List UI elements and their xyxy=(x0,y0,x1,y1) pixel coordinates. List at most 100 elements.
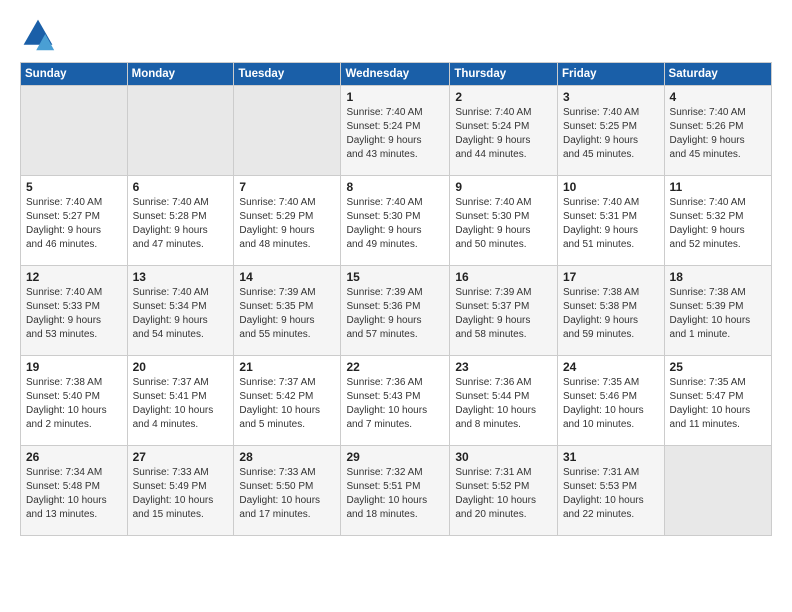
day-number: 14 xyxy=(239,270,335,284)
calendar-cell: 6Sunrise: 7:40 AM Sunset: 5:28 PM Daylig… xyxy=(127,176,234,266)
day-info: Sunrise: 7:37 AM Sunset: 5:42 PM Dayligh… xyxy=(239,376,335,432)
weekday-row: SundayMondayTuesdayWednesdayThursdayFrid… xyxy=(21,63,772,86)
calendar-cell: 23 Sunrise: 7:36 AM Sunset: 5:44 PM Dayli… xyxy=(450,356,558,446)
day-info: Sunrise: 7:39 AM Sunset: 5:35 PM Dayligh… xyxy=(239,286,335,342)
day-info: Sunrise: 7:39 AM Sunset: 5:37 PM Dayligh… xyxy=(455,286,552,342)
day-number: 20 xyxy=(133,360,229,374)
calendar-week-row: 26 Sunrise: 7:34 AM Sunset: 5:48 PM Dayli… xyxy=(21,446,772,536)
calendar-week-row: 1 Sunrise: 7:40 AM Sunset: 5:24 PM Daylig… xyxy=(21,86,772,176)
day-number: 5 xyxy=(26,180,122,194)
day-number: 26 xyxy=(26,450,122,464)
calendar-header: SundayMondayTuesdayWednesdayThursdayFrid… xyxy=(21,63,772,86)
day-number: 30 xyxy=(455,450,552,464)
calendar-cell: 11 Sunrise: 7:40 AM Sunset: 5:32 PM Dayli… xyxy=(664,176,771,266)
page-container: SundayMondayTuesdayWednesdayThursdayFrid… xyxy=(0,0,792,546)
weekday-header: Thursday xyxy=(450,63,558,86)
calendar-body: 1 Sunrise: 7:40 AM Sunset: 5:24 PM Daylig… xyxy=(21,86,772,536)
calendar-cell: 12Sunrise: 7:40 AM Sunset: 5:33 PM Dayli… xyxy=(21,266,128,356)
calendar-cell: 2 Sunrise: 7:40 AM Sunset: 5:24 PM Daylig… xyxy=(450,86,558,176)
calendar-cell: 19Sunrise: 7:38 AM Sunset: 5:40 PM Dayli… xyxy=(21,356,128,446)
day-number: 17 xyxy=(563,270,659,284)
calendar-cell: 4 Sunrise: 7:40 AM Sunset: 5:26 PM Daylig… xyxy=(664,86,771,176)
day-info: Sunrise: 7:36 AM Sunset: 5:43 PM Dayligh… xyxy=(346,376,444,432)
day-info: Sunrise: 7:40 AM Sunset: 5:24 PM Dayligh… xyxy=(455,106,552,162)
day-number: 27 xyxy=(133,450,229,464)
day-info: Sunrise: 7:38 AM Sunset: 5:38 PM Dayligh… xyxy=(563,286,659,342)
day-info: Sunrise: 7:31 AM Sunset: 5:53 PM Dayligh… xyxy=(563,466,659,522)
calendar-cell: 1 Sunrise: 7:40 AM Sunset: 5:24 PM Daylig… xyxy=(341,86,450,176)
calendar-cell: 10 Sunrise: 7:40 AM Sunset: 5:31 PM Dayli… xyxy=(558,176,665,266)
day-number: 19 xyxy=(26,360,122,374)
day-info: Sunrise: 7:40 AM Sunset: 5:32 PM Dayligh… xyxy=(670,196,766,252)
header xyxy=(20,16,772,52)
calendar-cell: 31Sunrise: 7:31 AM Sunset: 5:53 PM Dayli… xyxy=(558,446,665,536)
calendar-week-row: 12Sunrise: 7:40 AM Sunset: 5:33 PM Dayli… xyxy=(21,266,772,356)
calendar-cell xyxy=(127,86,234,176)
weekday-header: Friday xyxy=(558,63,665,86)
day-info: Sunrise: 7:34 AM Sunset: 5:48 PM Dayligh… xyxy=(26,466,122,522)
day-info: Sunrise: 7:40 AM Sunset: 5:31 PM Dayligh… xyxy=(563,196,659,252)
day-number: 15 xyxy=(346,270,444,284)
day-number: 23 xyxy=(455,360,552,374)
weekday-header: Wednesday xyxy=(341,63,450,86)
day-number: 21 xyxy=(239,360,335,374)
calendar-cell: 13 Sunrise: 7:40 AM Sunset: 5:34 PM Dayli… xyxy=(127,266,234,356)
day-info: Sunrise: 7:35 AM Sunset: 5:47 PM Dayligh… xyxy=(670,376,766,432)
day-info: Sunrise: 7:40 AM Sunset: 5:25 PM Dayligh… xyxy=(563,106,659,162)
day-number: 12 xyxy=(26,270,122,284)
calendar-cell: 22 Sunrise: 7:36 AM Sunset: 5:43 PM Dayli… xyxy=(341,356,450,446)
calendar-cell: 27 Sunrise: 7:33 AM Sunset: 5:49 PM Dayli… xyxy=(127,446,234,536)
day-info: Sunrise: 7:32 AM Sunset: 5:51 PM Dayligh… xyxy=(346,466,444,522)
calendar-cell: 20 Sunrise: 7:37 AM Sunset: 5:41 PM Dayli… xyxy=(127,356,234,446)
day-number: 18 xyxy=(670,270,766,284)
day-info: Sunrise: 7:40 AM Sunset: 5:29 PM Dayligh… xyxy=(239,196,335,252)
day-info: Sunrise: 7:40 AM Sunset: 5:34 PM Dayligh… xyxy=(133,286,229,342)
day-number: 16 xyxy=(455,270,552,284)
calendar-cell: 16 Sunrise: 7:39 AM Sunset: 5:37 PM Dayli… xyxy=(450,266,558,356)
day-info: Sunrise: 7:33 AM Sunset: 5:49 PM Dayligh… xyxy=(133,466,229,522)
day-info: Sunrise: 7:35 AM Sunset: 5:46 PM Dayligh… xyxy=(563,376,659,432)
calendar-table: SundayMondayTuesdayWednesdayThursdayFrid… xyxy=(20,62,772,536)
day-info: Sunrise: 7:36 AM Sunset: 5:44 PM Dayligh… xyxy=(455,376,552,432)
logo xyxy=(20,16,60,52)
calendar-cell: 28Sunrise: 7:33 AM Sunset: 5:50 PM Dayli… xyxy=(234,446,341,536)
day-info: Sunrise: 7:40 AM Sunset: 5:26 PM Dayligh… xyxy=(670,106,766,162)
day-number: 8 xyxy=(346,180,444,194)
logo-icon xyxy=(20,16,56,52)
day-number: 11 xyxy=(670,180,766,194)
day-number: 13 xyxy=(133,270,229,284)
calendar-cell xyxy=(234,86,341,176)
calendar-cell: 25 Sunrise: 7:35 AM Sunset: 5:47 PM Dayli… xyxy=(664,356,771,446)
day-number: 1 xyxy=(346,90,444,104)
weekday-header: Tuesday xyxy=(234,63,341,86)
calendar-cell xyxy=(21,86,128,176)
calendar-cell: 29 Sunrise: 7:32 AM Sunset: 5:51 PM Dayli… xyxy=(341,446,450,536)
day-info: Sunrise: 7:40 AM Sunset: 5:30 PM Dayligh… xyxy=(455,196,552,252)
day-number: 3 xyxy=(563,90,659,104)
calendar-cell: 24Sunrise: 7:35 AM Sunset: 5:46 PM Dayli… xyxy=(558,356,665,446)
day-info: Sunrise: 7:39 AM Sunset: 5:36 PM Dayligh… xyxy=(346,286,444,342)
calendar-cell: 3 Sunrise: 7:40 AM Sunset: 5:25 PM Daylig… xyxy=(558,86,665,176)
calendar-week-row: 5Sunrise: 7:40 AM Sunset: 5:27 PM Daylig… xyxy=(21,176,772,266)
calendar-cell: 18Sunrise: 7:38 AM Sunset: 5:39 PM Dayli… xyxy=(664,266,771,356)
day-number: 4 xyxy=(670,90,766,104)
day-info: Sunrise: 7:40 AM Sunset: 5:28 PM Dayligh… xyxy=(133,196,229,252)
calendar-cell: 26 Sunrise: 7:34 AM Sunset: 5:48 PM Dayli… xyxy=(21,446,128,536)
day-info: Sunrise: 7:31 AM Sunset: 5:52 PM Dayligh… xyxy=(455,466,552,522)
day-number: 10 xyxy=(563,180,659,194)
day-number: 2 xyxy=(455,90,552,104)
calendar-week-row: 19Sunrise: 7:38 AM Sunset: 5:40 PM Dayli… xyxy=(21,356,772,446)
day-number: 22 xyxy=(346,360,444,374)
calendar-cell: 15 Sunrise: 7:39 AM Sunset: 5:36 PM Dayli… xyxy=(341,266,450,356)
day-number: 7 xyxy=(239,180,335,194)
day-info: Sunrise: 7:40 AM Sunset: 5:24 PM Dayligh… xyxy=(346,106,444,162)
day-number: 25 xyxy=(670,360,766,374)
weekday-header: Sunday xyxy=(21,63,128,86)
calendar-cell: 21 Sunrise: 7:37 AM Sunset: 5:42 PM Dayli… xyxy=(234,356,341,446)
day-number: 29 xyxy=(346,450,444,464)
calendar-cell xyxy=(664,446,771,536)
calendar-cell: 14 Sunrise: 7:39 AM Sunset: 5:35 PM Dayli… xyxy=(234,266,341,356)
calendar-cell: 30 Sunrise: 7:31 AM Sunset: 5:52 PM Dayli… xyxy=(450,446,558,536)
day-info: Sunrise: 7:37 AM Sunset: 5:41 PM Dayligh… xyxy=(133,376,229,432)
day-info: Sunrise: 7:40 AM Sunset: 5:30 PM Dayligh… xyxy=(346,196,444,252)
